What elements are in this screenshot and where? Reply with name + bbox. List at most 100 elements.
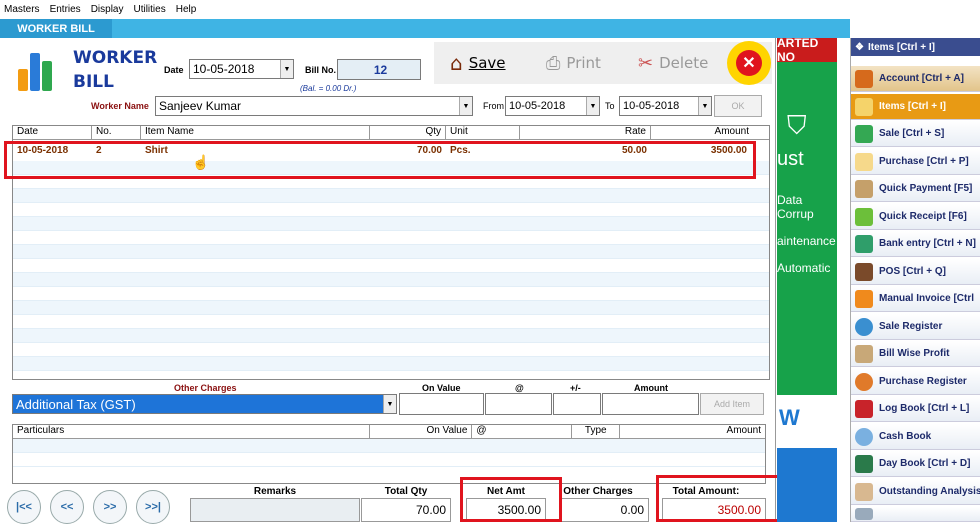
- chevron-down-icon[interactable]: ▼: [698, 97, 711, 115]
- menu-utilities[interactable]: Utilities: [133, 4, 165, 15]
- side-item-quick-payment[interactable]: Quick Payment [F5]: [851, 176, 980, 202]
- side-item-label: Items [Ctrl + I]: [879, 101, 946, 112]
- outstanding-analysis-icon: [855, 482, 873, 501]
- side-item-pos[interactable]: POS [Ctrl + Q]: [851, 259, 980, 285]
- charge-amount-input[interactable]: [602, 393, 699, 415]
- print-label: Print: [566, 54, 601, 72]
- side-item-manual-invoice[interactable]: Manual Invoice [Ctrl: [851, 286, 980, 312]
- side-item-label: Purchase [Ctrl + P]: [879, 156, 969, 167]
- worker-name-select[interactable]: Sanjeev Kumar ▼: [155, 96, 473, 116]
- col-item-name: Item Name: [141, 126, 370, 139]
- side-item-purchase-register[interactable]: Purchase Register: [851, 369, 980, 395]
- tab-worker-bill[interactable]: WORKER BILL: [0, 19, 112, 38]
- first-record-button[interactable]: |<<: [7, 490, 41, 524]
- printer-icon: ⎙: [546, 52, 561, 74]
- previous-record-button[interactable]: <<: [50, 490, 84, 524]
- promo-line1: ust: [777, 148, 804, 170]
- shield-icon: ⛉: [787, 110, 807, 140]
- last-record-button[interactable]: >>|: [136, 490, 170, 524]
- side-item-label: Bank entry [Ctrl + N]: [879, 238, 976, 249]
- date-input[interactable]: 10-05-2018 ▼: [189, 59, 294, 79]
- side-item-label: Manual Invoice [Ctrl: [879, 293, 975, 304]
- side-item-sale-register[interactable]: Sale Register: [851, 314, 980, 340]
- chevron-down-icon[interactable]: ▼: [586, 97, 599, 115]
- side-panel-header: ❖ Items [Ctrl + I]: [851, 38, 980, 56]
- purchase-register-icon: [855, 372, 873, 391]
- quick-payment-icon: [855, 179, 873, 198]
- side-item-quick-receipt[interactable]: Quick Receipt [F6]: [851, 204, 980, 230]
- delete-button[interactable]: ✂ Delete: [638, 42, 708, 84]
- side-item-account[interactable]: Account [Ctrl + A]: [851, 66, 980, 92]
- side-item-day-book[interactable]: Day Book [Ctrl + D]: [851, 451, 980, 477]
- side-item-sale[interactable]: Sale [Ctrl + S]: [851, 121, 980, 147]
- side-item-cash-book[interactable]: Cash Book: [851, 424, 980, 450]
- menu-masters[interactable]: Masters: [4, 4, 40, 15]
- other-charges-total-label: Other Charges: [563, 486, 633, 497]
- next-record-button[interactable]: >>: [93, 490, 127, 524]
- save-label: Save: [468, 54, 506, 72]
- chevron-down-icon[interactable]: ▼: [459, 97, 472, 115]
- ok-button[interactable]: OK: [714, 95, 762, 117]
- save-icon: ⌂: [450, 51, 463, 75]
- chevron-down-icon[interactable]: ▼: [280, 60, 293, 78]
- account-icon: [855, 69, 873, 88]
- to-date-input[interactable]: 10-05-2018 ▼: [619, 96, 712, 116]
- bill-no-input[interactable]: 12: [337, 59, 421, 80]
- save-button[interactable]: ⌂ Save: [450, 42, 506, 84]
- add-item-button[interactable]: Add Item: [700, 393, 764, 415]
- side-item-items[interactable]: Items [Ctrl + I]: [851, 94, 980, 120]
- from-date-input[interactable]: 10-05-2018 ▼: [505, 96, 600, 116]
- report-icon: [855, 508, 873, 520]
- hand-cursor-icon: ☝: [192, 154, 210, 170]
- quick-receipt-icon: [855, 207, 873, 226]
- col-date: Date: [13, 126, 92, 139]
- day-book-icon: [855, 454, 873, 473]
- delete-icon: ✂: [638, 52, 654, 74]
- print-button[interactable]: ⎙ Print: [546, 42, 601, 84]
- total-qty-label: Total Qty: [384, 486, 428, 497]
- side-item-bill-wise-profit[interactable]: Bill Wise Profit: [851, 341, 980, 367]
- side-item-label: Purchase Register: [879, 376, 967, 387]
- items-icon: ❖: [855, 41, 864, 53]
- close-icon: ✕: [736, 50, 762, 76]
- remarks-input[interactable]: [190, 498, 360, 522]
- toolbar: ⌂ Save ⎙ Print ✂ Delete: [434, 42, 772, 84]
- bar-chart-logo-icon: [16, 45, 62, 91]
- promo-panel: ARTED NO ⛉ ust Data Corrup aintenance Au…: [777, 38, 837, 448]
- date-label: Date: [164, 65, 184, 75]
- highlight-item-row: [4, 141, 756, 179]
- side-item-outstanding-analysis[interactable]: Outstanding Analysis: [851, 479, 980, 505]
- bill-no-label: Bill No.: [305, 65, 336, 75]
- menu-bar: Masters Entries Display Utilities Help: [0, 0, 980, 19]
- side-item-label: Quick Payment [F5]: [879, 183, 973, 194]
- menu-help[interactable]: Help: [176, 4, 197, 15]
- col-amount: Amount: [714, 126, 749, 137]
- other-charges-select[interactable]: Additional Tax (GST) ▼: [12, 394, 397, 414]
- chevron-down-icon[interactable]: ▼: [383, 395, 396, 413]
- side-item-bank-entry[interactable]: Bank entry [Ctrl + N]: [851, 231, 980, 257]
- col-type: Type: [572, 425, 621, 438]
- manual-invoice-icon: [855, 289, 873, 308]
- side-item-purchase[interactable]: Purchase [Ctrl + P]: [851, 149, 980, 175]
- purchase-icon: [855, 152, 873, 171]
- promo-line5: W: [777, 395, 837, 448]
- items-icon: [855, 97, 873, 116]
- promo-banner: ARTED NO: [777, 38, 837, 64]
- side-item-partial[interactable]: [851, 507, 980, 522]
- highlight-total-amount: [656, 475, 782, 522]
- col-particular-amount: Amount: [726, 425, 762, 436]
- at-rate-input[interactable]: [485, 393, 552, 415]
- plus-minus-input[interactable]: [553, 393, 601, 415]
- close-button[interactable]: ✕: [727, 41, 771, 85]
- menu-display[interactable]: Display: [91, 4, 124, 15]
- charge-amount-label: Amount: [634, 383, 668, 393]
- menu-entries[interactable]: Entries: [50, 4, 81, 15]
- cash-book-icon: [855, 427, 873, 446]
- highlight-net-amt: [460, 477, 562, 522]
- logo-title-line1: WORKER: [73, 48, 158, 68]
- at-label: @: [515, 383, 524, 393]
- side-item-log-book[interactable]: Log Book [Ctrl + L]: [851, 396, 980, 422]
- on-value-input[interactable]: [399, 393, 484, 415]
- particulars-table: Particulars On Value @ Type Amount: [12, 424, 766, 484]
- side-item-label: Bill Wise Profit: [879, 348, 950, 359]
